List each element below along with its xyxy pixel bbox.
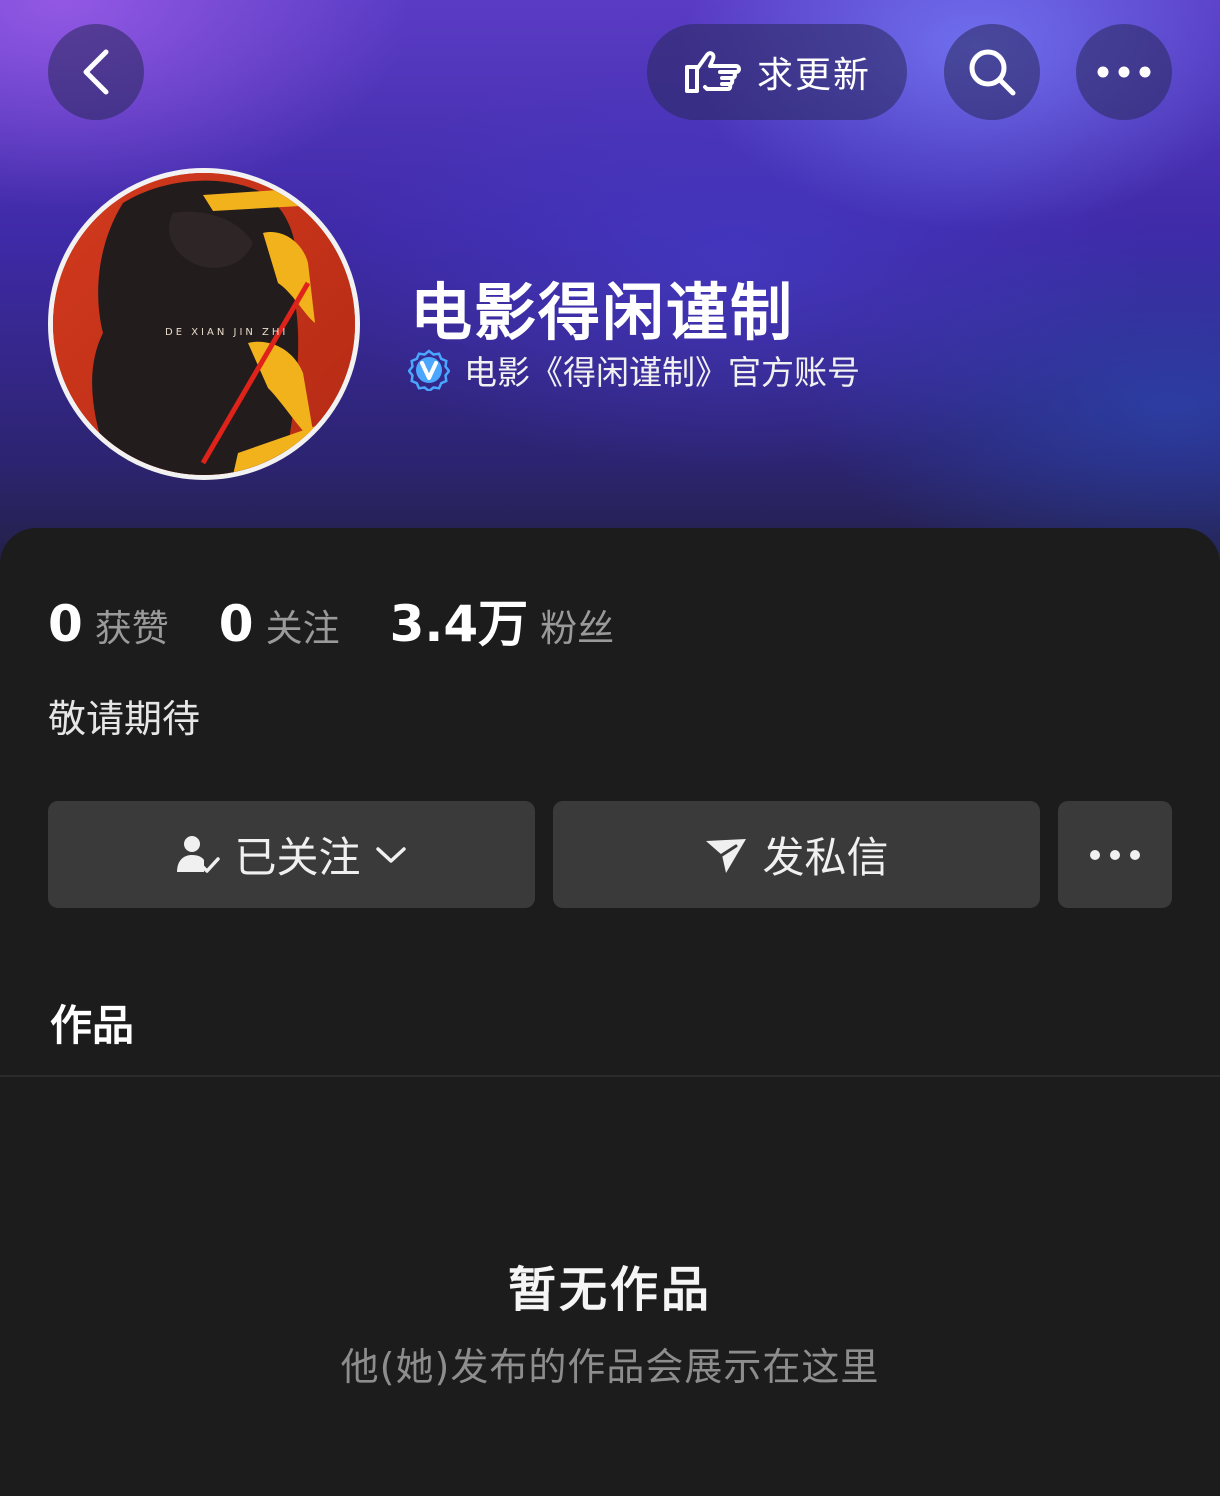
stat-followers-value: 3.4万 — [389, 595, 529, 653]
movie-poster-image: DE XIAN JIN ZHI — [53, 173, 355, 475]
followed-button[interactable]: 已关注 — [48, 801, 535, 908]
more-options-button[interactable] — [1076, 24, 1172, 120]
followed-label: 已关注 — [234, 833, 361, 882]
more-dots-icon — [1090, 849, 1140, 860]
paper-plane-icon — [706, 838, 747, 873]
search-icon — [969, 49, 1016, 96]
search-button[interactable] — [944, 24, 1040, 120]
verified-text: 电影《得闲谨制》官方账号 — [464, 353, 860, 392]
avatar-caption: DE XIAN JIN ZHI — [165, 327, 288, 338]
stat-likes-value: 0 — [48, 595, 83, 653]
profile-bio: 敬请期待 — [48, 697, 201, 741]
stat-following-value: 0 — [218, 595, 254, 653]
empty-state-subtitle: 他(她)发布的作品会展示在这里 — [340, 1345, 880, 1389]
verified-badge-icon — [408, 349, 450, 391]
chevron-left-icon — [83, 49, 109, 95]
stats-row: 0 获赞 0 关注 3.4万 粉丝 — [48, 584, 664, 656]
send-message-button[interactable]: 发私信 — [553, 801, 1040, 908]
more-dots-icon — [1097, 66, 1151, 78]
pointing-hand-icon — [684, 51, 741, 93]
verification-row: 电影《得闲谨制》官方账号 — [408, 346, 860, 394]
empty-state-title: 暂无作品 — [507, 1262, 712, 1318]
tab-divider — [0, 1075, 1220, 1077]
request-update-label: 求更新 — [756, 55, 871, 96]
stat-likes-label: 获赞 — [94, 607, 169, 650]
stat-followers-label: 粉丝 — [540, 607, 615, 650]
request-update-button[interactable]: 求更新 — [647, 24, 907, 120]
avatar[interactable]: DE XIAN JIN ZHI — [48, 168, 360, 480]
stat-following[interactable]: 0 关注 — [219, 595, 340, 653]
profile-name: 电影得闲谨制 — [410, 276, 795, 349]
back-button[interactable] — [48, 24, 144, 120]
chevron-down-icon — [375, 846, 406, 863]
stat-likes[interactable]: 0 获赞 — [48, 595, 169, 653]
stat-following-label: 关注 — [265, 607, 340, 650]
user-check-icon — [177, 835, 221, 873]
send-message-label: 发私信 — [762, 833, 889, 882]
stat-followers[interactable]: 3.4万 粉丝 — [390, 584, 615, 656]
more-actions-button[interactable] — [1058, 801, 1172, 908]
profile-content-panel: 0 获赞 0 关注 3.4万 粉丝 敬请期待 已关注 发私信 作品 暂无作品 他… — [0, 528, 1220, 1496]
tab-works[interactable]: 作品 — [50, 992, 134, 1053]
